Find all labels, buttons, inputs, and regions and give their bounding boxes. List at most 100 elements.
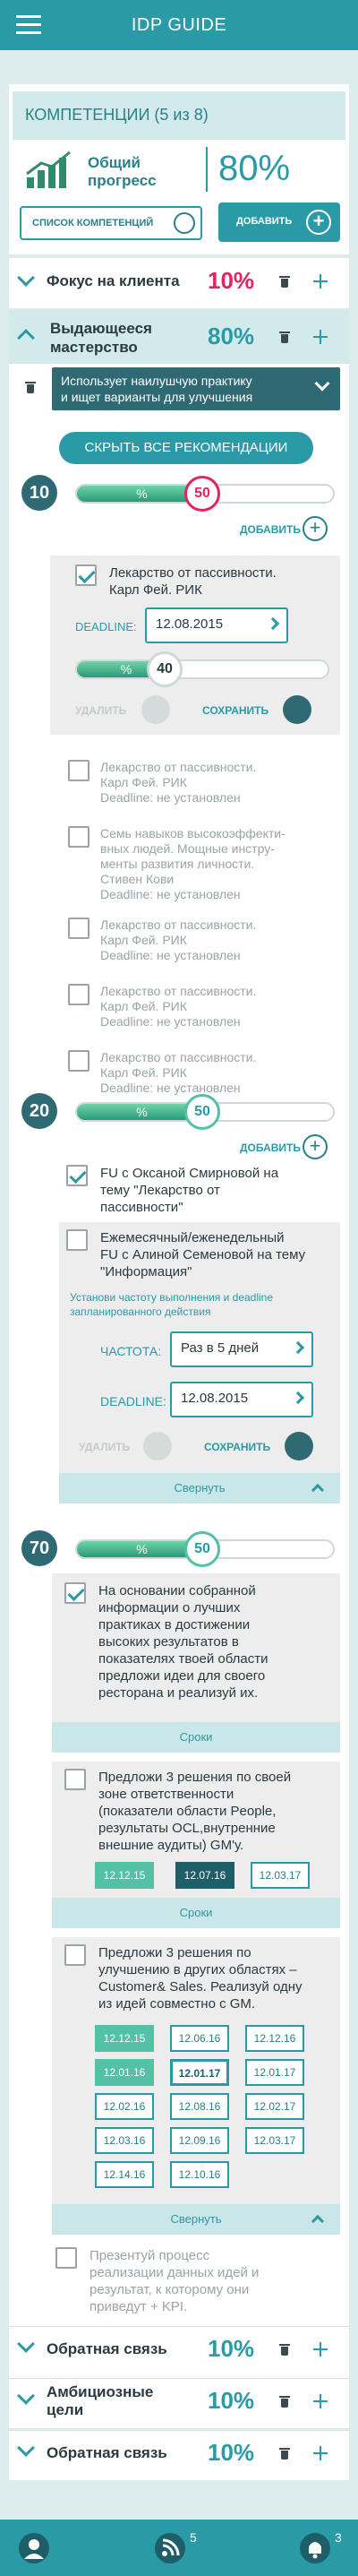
competency-title: Выдающееся мастерство [50, 320, 152, 356]
deadline-field[interactable]: 12.08.2015 [170, 1382, 313, 1417]
date-chip[interactable]: 12.12.16 [245, 2025, 304, 2052]
add-link[interactable]: ДОБАВИТЬ [240, 1142, 301, 1154]
task-checkbox[interactable] [64, 1582, 86, 1604]
save-icon[interactable] [283, 695, 311, 724]
bell-badge: 3 [335, 2530, 342, 2545]
action-text: Ежемесячный/еженедельный FU с Алиной Семе… [100, 1230, 306, 1279]
task-text: Предложи 3 решения по улучшению в других … [98, 1945, 303, 2012]
action-text: FU с Оксаной Смирновой на тему "Лекарство… [100, 1166, 279, 1215]
growth-chart-icon [26, 151, 71, 188]
date-chip[interactable]: 12.09.16 [170, 2127, 229, 2154]
app-header: IDP GUIDE [0, 0, 358, 50]
progress-knob[interactable]: 50 [184, 1531, 220, 1567]
save-icon[interactable] [285, 1432, 313, 1460]
date-chip[interactable]: 12.12.15 [95, 1862, 154, 1889]
recommendation-text: Семь навыков высокоэффекти-вных людей. М… [100, 826, 286, 901]
add-competency-button[interactable]: ДОБАВИТЬ + [218, 202, 340, 242]
date-chip[interactable]: 12.03.16 [95, 2127, 154, 2154]
weight-badge: 10 [21, 475, 57, 511]
frequency-field[interactable]: Раз в 5 дней [170, 1331, 313, 1367]
progress-knob[interactable]: 50 [184, 1094, 220, 1130]
collapse-bar[interactable]: Свернуть [59, 1473, 340, 1503]
plus-icon[interactable] [313, 330, 328, 344]
trash-icon[interactable] [279, 331, 290, 343]
plus-icon[interactable] [313, 274, 328, 289]
progress-knob[interactable]: 40 [147, 651, 183, 687]
recommendation-checkbox[interactable] [68, 1050, 90, 1072]
chevron-right-icon [266, 616, 280, 631]
bell-icon[interactable] [299, 2532, 331, 2564]
terms-bar[interactable]: Сроки [52, 1722, 340, 1753]
recommendation-text: Лекарство от пассивности. Карл Фей. РИК [109, 565, 277, 598]
divider [206, 147, 208, 192]
date-chip[interactable]: 12.01.17 [170, 2059, 229, 2086]
date-chip[interactable]: 12.14.16 [95, 2161, 154, 2188]
recommendation-text: Лекарство от пассивности. Карл Фей. РИК De… [100, 1050, 257, 1095]
recommendation-checkbox[interactable] [68, 984, 90, 1005]
tab-bar: 5 3 [0, 2520, 358, 2576]
plus-circle-icon[interactable]: + [303, 1134, 328, 1159]
competency-value: 10% [208, 267, 255, 294]
feed-icon[interactable] [154, 2532, 186, 2564]
task-checkbox[interactable] [64, 1944, 86, 1966]
date-chip[interactable]: 12.03.17 [245, 2127, 304, 2154]
date-chip[interactable]: 12.01.17 [245, 2059, 304, 2086]
competency-value: 10% [208, 2439, 255, 2466]
weight-badge: 20 [21, 1093, 57, 1129]
date-chip[interactable]: 12.02.17 [245, 2093, 304, 2120]
delete-button[interactable]: УДАЛИТЬ [79, 1441, 130, 1453]
date-chip[interactable]: 12.10.16 [170, 2161, 229, 2188]
date-chip[interactable]: 12.12.15 [95, 2025, 154, 2052]
trash-icon[interactable] [279, 2447, 290, 2460]
deadline-field[interactable]: 12.08.2015 [145, 607, 288, 643]
chevron-right-icon [291, 1340, 305, 1355]
trash-icon[interactable] [25, 381, 36, 393]
recommendation-text: Лекарство от пассивности. Карл Фей. РИК De… [100, 760, 257, 805]
trash-icon[interactable] [141, 695, 170, 724]
task-text: Предложи 3 решения по своей зоне ответств… [98, 1770, 292, 1853]
chevron-up-icon [311, 2214, 325, 2228]
trash-icon[interactable] [143, 1432, 172, 1460]
plus-icon[interactable] [313, 2394, 328, 2408]
task-checkbox[interactable] [55, 2247, 77, 2269]
delete-button[interactable]: УДАЛИТЬ [75, 704, 126, 717]
competencies-list-button[interactable]: СПИСОК КОМПЕТЕНЦИЙ [20, 206, 202, 240]
save-button[interactable]: СОХРАНИТЬ [202, 704, 268, 717]
save-button[interactable]: СОХРАНИТЬ [204, 1441, 270, 1453]
competency-value: 80% [208, 323, 255, 349]
action-checkbox[interactable] [66, 1165, 88, 1186]
practice-select[interactable]: Использует наилушчую практику и ищет вари… [52, 367, 340, 410]
date-chip[interactable]: 12.01.16 [95, 2059, 154, 2086]
recommendation-checkbox[interactable] [75, 564, 97, 586]
date-chip[interactable]: 12.06.16 [170, 2025, 229, 2052]
chevron-right-icon [291, 1391, 305, 1405]
terms-bar[interactable]: Сроки [52, 1898, 340, 1928]
date-chip[interactable]: 12.03.17 [251, 1862, 310, 1889]
competency-value: 10% [208, 2335, 255, 2362]
deadline-label: DEADLINE: [75, 620, 137, 633]
competency-value: 10% [208, 2387, 255, 2414]
recommendation-checkbox[interactable] [68, 760, 90, 781]
trash-icon[interactable] [279, 2395, 290, 2408]
plus-icon[interactable] [313, 2446, 328, 2460]
progress-knob[interactable]: 50 [184, 476, 220, 512]
recommendation-text: Лекарство от пассивности. Карл Фей. РИК De… [100, 984, 257, 1029]
task-checkbox[interactable] [64, 1769, 86, 1790]
recommendation-checkbox[interactable] [68, 826, 90, 848]
plus-circle-icon: + [306, 210, 331, 235]
action-checkbox[interactable] [66, 1229, 88, 1251]
plus-icon[interactable] [313, 2342, 328, 2356]
date-chip[interactable]: 12.07.16 [175, 1862, 234, 1889]
hide-recommendations-button[interactable]: СКРЫТЬ ВСЕ РЕКОМЕНДАЦИИ [59, 432, 313, 464]
chevron-up-icon [311, 1483, 325, 1497]
recommendation-checkbox[interactable] [68, 918, 90, 939]
profile-icon[interactable] [18, 2532, 50, 2564]
date-chip[interactable]: 12.08.16 [170, 2093, 229, 2120]
sub-progress-bar: % [75, 659, 329, 679]
plus-circle-icon[interactable]: + [303, 516, 328, 541]
collapse-bar[interactable]: Свернуть [52, 2204, 340, 2235]
date-chip[interactable]: 12.02.16 [95, 2093, 154, 2120]
trash-icon[interactable] [279, 275, 290, 288]
trash-icon[interactable] [279, 2343, 290, 2356]
add-link[interactable]: ДОБАВИТЬ [240, 523, 301, 536]
